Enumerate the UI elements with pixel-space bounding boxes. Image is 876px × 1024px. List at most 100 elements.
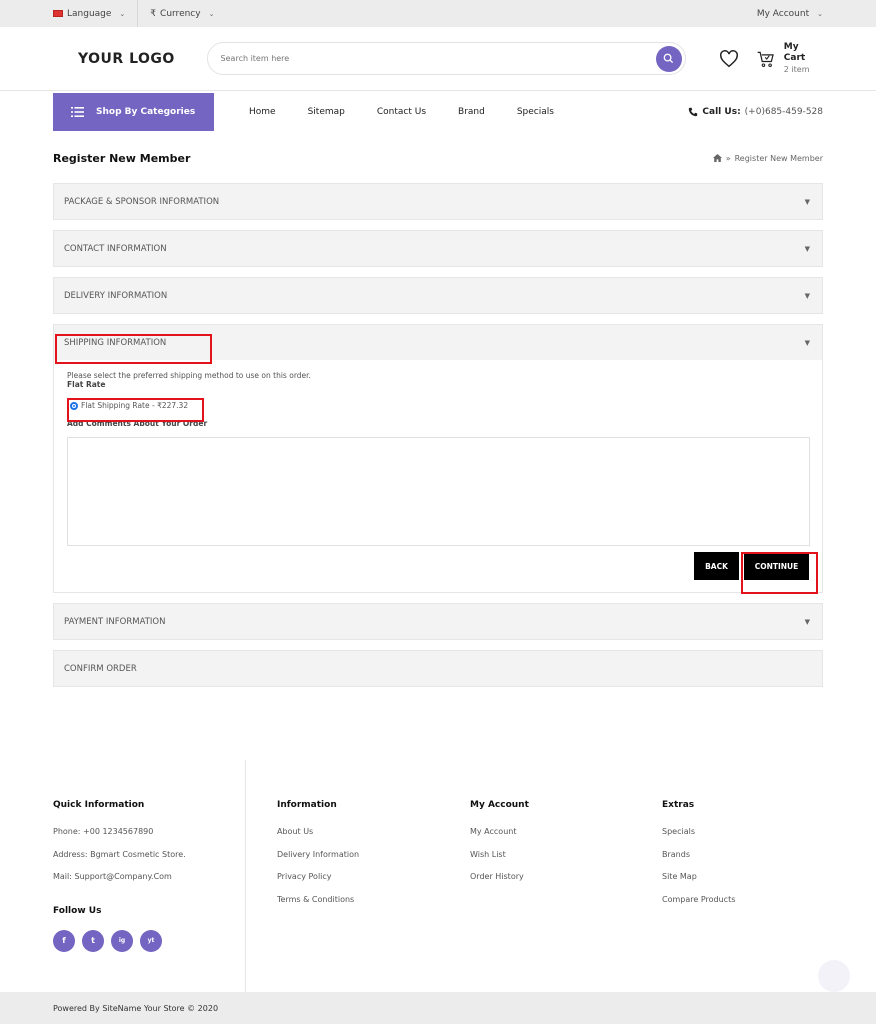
panel-header[interactable]: PAYMENT INFORMATION ▼: [54, 604, 822, 639]
phone-icon: [689, 107, 698, 117]
title-bar: Register New Member » Register New Membe…: [0, 150, 876, 166]
cart-button[interactable]: My Cart 2 item: [756, 42, 823, 75]
nav-specials[interactable]: Specials: [517, 107, 554, 117]
search-input[interactable]: [220, 54, 656, 63]
footer-link[interactable]: Order History: [470, 872, 529, 895]
nav-home[interactable]: Home: [249, 107, 276, 117]
footer-heading: My Account: [470, 800, 529, 810]
my-account-label: My Account: [756, 8, 810, 19]
footer-quick-info: Quick Information Phone: +00 1234567890 …: [53, 800, 186, 952]
divider: [137, 0, 139, 27]
cart-count: 2 item: [783, 65, 810, 74]
shipping-instruction: Please select the preferred shipping met…: [67, 371, 311, 380]
youtube-icon[interactable]: yt: [140, 929, 162, 952]
search-icon: [664, 53, 674, 64]
footer-address: Address: Bgmart Cosmetic Store.: [53, 849, 186, 859]
panel-confirm: CONFIRM ORDER: [53, 650, 823, 687]
footer-link[interactable]: Wish List: [470, 850, 529, 873]
footer-link[interactable]: Specials: [662, 827, 735, 850]
checkout-accordion: PACKAGE & SPONSOR INFORMATION ▼ CONTACT …: [53, 183, 823, 687]
wishlist-button[interactable]: [718, 48, 740, 70]
twitter-icon[interactable]: t: [82, 929, 104, 952]
scroll-to-top-button[interactable]: [818, 960, 850, 992]
footer-link[interactable]: Compare Products: [662, 895, 735, 918]
cart-icon: [757, 51, 774, 67]
main-nav: Shop By Categories Home Sitemap Contact …: [0, 92, 876, 132]
nav-contact-us[interactable]: Contact Us: [377, 107, 426, 117]
footer-heading: Information: [277, 800, 337, 810]
footer-link[interactable]: Privacy Policy: [277, 872, 359, 895]
breadcrumb-current: Register New Member: [734, 153, 823, 163]
chevron-down-icon: ⌄: [119, 9, 126, 18]
home-icon[interactable]: [712, 154, 722, 162]
shipping-actions: BACK CONTINUE: [67, 552, 809, 580]
footer-link[interactable]: Delivery Information: [277, 850, 359, 873]
copyright-bar: Powered By SiteName Your Store © 2020: [0, 992, 876, 1024]
footer-divider: [245, 760, 246, 992]
my-account-dropdown[interactable]: My Account ⌄: [757, 0, 823, 27]
shipping-option[interactable]: Flat Shipping Rate - ₹227.32: [70, 401, 809, 410]
menu-icon: [71, 107, 84, 117]
nav-sitemap[interactable]: Sitemap: [308, 107, 345, 117]
panel-title: SHIPPING INFORMATION: [64, 337, 167, 348]
cart-title: My Cart: [783, 42, 806, 63]
footer-link[interactable]: Terms & Conditions: [277, 895, 359, 918]
caret-down-icon: ▼: [804, 197, 810, 206]
nav-menu: Home Sitemap Contact Us Brand Specials: [249, 107, 586, 117]
breadcrumb-separator: »: [725, 153, 731, 163]
currency-symbol: ₹: [150, 8, 157, 19]
call-us-label: Call Us:: [702, 107, 741, 117]
footer-link[interactable]: My Account: [470, 827, 529, 850]
copyright-text: Powered By SiteName Your Store © 2020: [53, 1003, 219, 1013]
continue-button[interactable]: CONTINUE: [744, 552, 809, 580]
shipping-radio[interactable]: [70, 401, 78, 410]
footer-link[interactable]: Brands: [662, 850, 735, 873]
panel-title: PACKAGE & SPONSOR INFORMATION: [64, 196, 220, 207]
footer: Quick Information Phone: +00 1234567890 …: [0, 760, 876, 992]
top-bar: Language ⌄ ₹ Currency ⌄ My Account ⌄: [0, 0, 876, 27]
panel-header[interactable]: DELIVERY INFORMATION ▼: [54, 278, 822, 313]
instagram-icon[interactable]: ig: [111, 929, 133, 952]
caret-down-icon: ▼: [804, 291, 810, 300]
call-us: Call Us: (+0)685-459-528: [688, 107, 823, 117]
comments-textarea[interactable]: [67, 437, 810, 546]
comments-label: Add Comments About Your Order: [67, 419, 208, 428]
cart-summary: My Cart 2 item: [784, 42, 823, 75]
currency-selector[interactable]: ₹ Currency ⌄: [150, 0, 226, 27]
language-label: Language: [67, 8, 112, 19]
panel-header[interactable]: CONTACT INFORMATION ▼: [54, 231, 822, 266]
panel-header[interactable]: SHIPPING INFORMATION ▼: [54, 325, 822, 360]
panel-title: CONTACT INFORMATION: [64, 243, 167, 254]
nav-brand[interactable]: Brand: [458, 107, 485, 117]
page-title: Register New Member: [53, 151, 191, 165]
facebook-icon[interactable]: f: [53, 929, 75, 952]
footer-heading: Quick Information: [53, 800, 145, 810]
footer-phone: Phone: +00 1234567890: [53, 827, 154, 836]
heart-icon: [719, 49, 738, 67]
footer-extras: Extras Specials Brands Site Map Compare …: [662, 800, 735, 917]
panel-header[interactable]: CONFIRM ORDER: [54, 651, 822, 686]
back-button[interactable]: BACK: [694, 552, 739, 580]
footer-my-account: My Account My Account Wish List Order Hi…: [470, 800, 529, 895]
footer-link[interactable]: Site Map: [662, 872, 735, 895]
panel-header[interactable]: PACKAGE & SPONSOR INFORMATION ▼: [54, 184, 822, 219]
shop-by-categories-button[interactable]: Shop By Categories: [53, 93, 214, 131]
footer-heading: Extras: [662, 800, 695, 810]
footer-mail: Mail: Support@Company.Com: [53, 872, 172, 881]
panel-package-sponsor: PACKAGE & SPONSOR INFORMATION ▼: [53, 183, 823, 220]
categories-label: Shop By Categories: [96, 107, 196, 117]
search-button[interactable]: [655, 45, 682, 72]
panel-contact: CONTACT INFORMATION ▼: [53, 230, 823, 267]
panel-title: PAYMENT INFORMATION: [64, 616, 166, 627]
search-bar: [206, 42, 686, 75]
caret-down-icon: ▼: [804, 617, 810, 626]
panel-shipping: SHIPPING INFORMATION ▼ Please select the…: [53, 324, 823, 594]
caret-down-icon: ▼: [804, 244, 810, 253]
language-selector[interactable]: Language ⌄: [53, 0, 137, 27]
site-logo[interactable]: YOUR LOGO: [53, 51, 207, 67]
shipping-body: Please select the preferred shipping met…: [54, 360, 822, 592]
footer-information: Information About Us Delivery Informatio…: [277, 800, 359, 917]
panel-delivery: DELIVERY INFORMATION ▼: [53, 277, 823, 314]
footer-link[interactable]: About Us: [277, 827, 359, 850]
breadcrumb: » Register New Member: [712, 153, 823, 163]
